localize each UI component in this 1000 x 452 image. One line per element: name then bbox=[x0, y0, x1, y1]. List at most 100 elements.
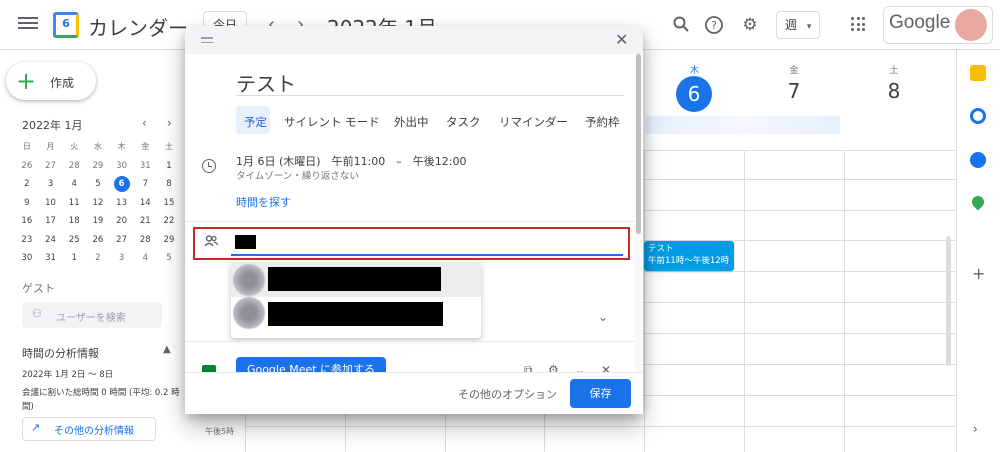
mini-calendar-day[interactable]: 13 bbox=[110, 194, 134, 213]
close-icon[interactable]: ✕ bbox=[615, 30, 628, 49]
mini-calendar-day[interactable]: 7 bbox=[133, 175, 157, 194]
mini-calendar-day[interactable]: 29 bbox=[157, 231, 181, 250]
mini-calendar-day[interactable]: 27 bbox=[39, 157, 63, 176]
mini-calendar-day[interactable]: 14 bbox=[133, 194, 157, 213]
chevron-down-icon[interactable]: ⌄ bbox=[598, 310, 608, 324]
event-datetime-sub[interactable]: タイムゾーン・繰り返さない bbox=[236, 168, 359, 182]
drag-handle-icon[interactable] bbox=[201, 34, 213, 46]
settings-icon[interactable]: ⚙ bbox=[740, 15, 760, 35]
grid-line bbox=[245, 426, 955, 427]
add-addon-icon[interactable]: + bbox=[972, 264, 985, 283]
guest-section-title: ゲスト bbox=[22, 282, 55, 295]
day-header-today[interactable]: 6 bbox=[676, 76, 712, 112]
mini-calendar-day[interactable]: 18 bbox=[62, 212, 86, 231]
dialog-scrollbar[interactable] bbox=[636, 54, 641, 234]
tab-event[interactable]: 予定 bbox=[244, 114, 267, 130]
tab-out-of-office[interactable]: 外出中 bbox=[394, 114, 429, 130]
day-header-fri[interactable]: 金 7 bbox=[744, 63, 844, 103]
weekday-header: 水 bbox=[93, 142, 102, 151]
svg-text:?: ? bbox=[711, 19, 717, 32]
mini-calendar-day[interactable]: 21 bbox=[133, 212, 157, 231]
mini-calendar-day[interactable]: 11 bbox=[62, 194, 86, 213]
menu-icon[interactable] bbox=[18, 14, 38, 34]
list-item[interactable] bbox=[231, 297, 481, 337]
mini-prev-icon[interactable]: ‹ bbox=[142, 116, 147, 130]
weekday-header: 火 bbox=[70, 142, 79, 151]
mini-calendar-day[interactable]: 30 bbox=[15, 249, 39, 268]
mini-calendar-day[interactable]: 10 bbox=[39, 194, 63, 213]
chevron-down-icon: ▾ bbox=[806, 22, 812, 32]
mini-calendar-day[interactable]: 1 bbox=[157, 157, 181, 176]
tasks-icon[interactable] bbox=[970, 108, 986, 124]
mini-calendar-day[interactable]: 26 bbox=[86, 231, 110, 250]
mini-calendar-day[interactable]: 25 bbox=[62, 231, 86, 250]
apps-grid-icon[interactable] bbox=[851, 17, 865, 31]
mini-calendar-day[interactable]: 30 bbox=[110, 157, 134, 176]
day-header-sat[interactable]: 土 8 bbox=[844, 63, 944, 103]
mini-calendar-day[interactable]: 17 bbox=[39, 212, 63, 231]
calendar-logo-icon: 6 bbox=[53, 12, 79, 38]
mini-calendar-day[interactable]: 23 bbox=[15, 231, 39, 250]
find-time-link[interactable]: 時間を探す bbox=[236, 194, 291, 210]
guest-input[interactable] bbox=[231, 254, 623, 256]
trend-icon: ↗ bbox=[31, 421, 41, 434]
people-icon bbox=[204, 235, 219, 250]
dialog-drag-bar[interactable] bbox=[185, 26, 643, 54]
mini-calendar-day[interactable]: 29 bbox=[86, 157, 110, 176]
expand-panel-icon[interactable]: › bbox=[973, 422, 978, 436]
mini-calendar-day[interactable]: 2 bbox=[15, 175, 39, 194]
day-header-num: 7 bbox=[787, 79, 801, 103]
save-button[interactable]: 保存 bbox=[570, 379, 631, 408]
mini-calendar-day[interactable]: 4 bbox=[62, 175, 86, 194]
mini-calendar-day[interactable]: 31 bbox=[39, 249, 63, 268]
mini-calendar-day[interactable]: 15 bbox=[157, 194, 181, 213]
mini-calendar-day[interactable]: 5 bbox=[157, 249, 181, 268]
mini-calendar-day[interactable]: 3 bbox=[110, 249, 134, 268]
mini-calendar-day[interactable]: 24 bbox=[39, 231, 63, 250]
mini-calendar-day[interactable]: 20 bbox=[110, 212, 134, 231]
day-header-dow: 金 bbox=[789, 66, 799, 76]
app-title: カレンダー bbox=[88, 16, 188, 40]
mini-calendar-day[interactable]: 26 bbox=[15, 157, 39, 176]
mini-calendar-day[interactable]: 22 bbox=[157, 212, 181, 231]
tab-appointment-slots[interactable]: 予約枠 bbox=[585, 114, 620, 130]
keep-icon[interactable] bbox=[970, 65, 986, 81]
mini-calendar-day[interactable]: 28 bbox=[62, 157, 86, 176]
analytics-description: 会議に割いた総時間 0 時間 (平均: 0.2 時間) bbox=[22, 388, 180, 412]
grid-scrollbar[interactable] bbox=[946, 236, 951, 366]
analytics-title: 時間の分析情報 bbox=[22, 347, 99, 360]
mini-calendar-day[interactable]: 1 bbox=[62, 249, 86, 268]
more-options-button[interactable]: その他のオプション bbox=[458, 386, 557, 402]
mini-calendar-day[interactable]: 5 bbox=[86, 175, 110, 194]
mini-calendar-day[interactable]: 27 bbox=[110, 231, 134, 250]
mini-calendar-day[interactable]: 2 bbox=[86, 249, 110, 268]
mini-calendar-day[interactable]: 28 bbox=[133, 231, 157, 250]
event-title-input[interactable]: テスト bbox=[236, 68, 296, 97]
mini-calendar-day[interactable]: 16 bbox=[15, 212, 39, 231]
chevron-up-icon[interactable]: ▲ bbox=[163, 344, 171, 355]
help-icon[interactable]: ? bbox=[704, 15, 724, 35]
tab-task[interactable]: タスク bbox=[446, 114, 481, 130]
mini-calendar-day[interactable]: 4 bbox=[133, 249, 157, 268]
mini-calendar-day[interactable]: 9 bbox=[15, 194, 39, 213]
more-analytics-label: その他の分析情報 bbox=[54, 426, 134, 437]
mini-calendar-day[interactable]: 31 bbox=[133, 157, 157, 176]
mini-calendar-day[interactable]: 3 bbox=[39, 175, 63, 194]
tab-focus-time[interactable]: サイレント モード bbox=[284, 114, 380, 130]
selected-day[interactable]: 6 bbox=[113, 176, 130, 192]
mini-calendar-day[interactable]: 8 bbox=[157, 175, 181, 194]
calendar-event[interactable]: テスト 午前11時～午後12時 bbox=[644, 241, 734, 271]
search-icon[interactable] bbox=[671, 15, 691, 35]
view-selector[interactable]: 週 ▾ bbox=[776, 11, 820, 39]
weekday-header: 土 bbox=[164, 142, 173, 151]
clock-icon bbox=[202, 159, 216, 173]
contacts-icon[interactable] bbox=[970, 152, 986, 168]
event-datetime[interactable]: 1月 6日 (木曜日) 午前11:00 – 午後12:00 bbox=[236, 153, 466, 169]
view-selector-label: 週 bbox=[785, 18, 798, 32]
mini-next-icon[interactable]: › bbox=[167, 116, 172, 130]
mini-calendar-day[interactable]: 12 bbox=[86, 194, 110, 213]
mini-calendar-day[interactable]: 6 bbox=[110, 175, 134, 194]
mini-calendar-day[interactable]: 19 bbox=[86, 212, 110, 231]
avatar[interactable] bbox=[955, 9, 987, 41]
tab-reminder[interactable]: リマインダー bbox=[499, 114, 568, 130]
